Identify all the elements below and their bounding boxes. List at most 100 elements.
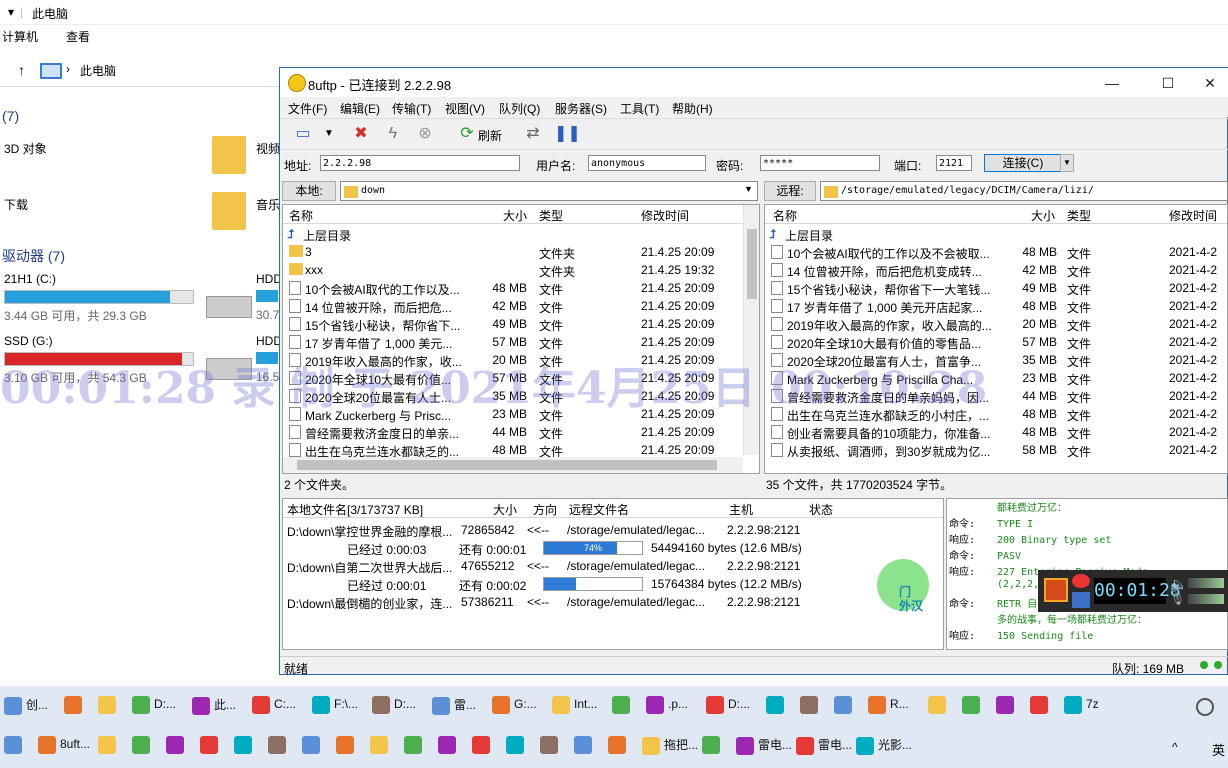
- taskbar-button[interactable]: [612, 696, 634, 726]
- stop-icon[interactable]: ⊗: [414, 123, 436, 145]
- taskbar-button[interactable]: 雷电...: [736, 736, 792, 766]
- taskbar-button[interactable]: [98, 736, 120, 766]
- remote-path-combo[interactable]: /storage/emulated/legacy/DCIM/Camera/liz…: [820, 181, 1228, 201]
- taskbar-button[interactable]: [962, 696, 984, 726]
- tray-arrow-icon[interactable]: ^: [1172, 740, 1178, 754]
- taskbar-button[interactable]: [268, 736, 290, 766]
- local-label-button[interactable]: 本地:: [282, 181, 336, 201]
- taskbar-button[interactable]: [928, 696, 950, 726]
- queue-col-host[interactable]: 主机: [729, 501, 753, 518]
- menu-view[interactable]: 视图(V): [445, 100, 485, 117]
- column-type[interactable]: 类型: [539, 207, 563, 224]
- taskbar-button[interactable]: [336, 736, 358, 766]
- file-row[interactable]: 15个省钱小秘诀，帮你省下一大笔钱... 49 MB 文件 2021-4-2: [765, 279, 1227, 297]
- menu-transfer[interactable]: 传输(T): [392, 100, 431, 117]
- taskbar-button[interactable]: [132, 736, 154, 766]
- taskbar-button[interactable]: D:...: [372, 696, 416, 726]
- file-row[interactable]: 创业者需要具备的10项能力，你准备... 48 MB 文件 2021-4-2: [765, 423, 1227, 441]
- connect-button[interactable]: 连接(C): [984, 154, 1062, 172]
- transfer-queue[interactable]: 本地文件名[3/173737 KB] 大小 方向 远程文件名 主机 状态 D:\…: [282, 498, 944, 650]
- taskbar-button[interactable]: Int...: [552, 696, 597, 726]
- taskbar-button[interactable]: 创...: [4, 696, 48, 726]
- pause-record-icon[interactable]: [1072, 592, 1090, 608]
- taskbar-button[interactable]: [200, 736, 222, 766]
- file-row[interactable]: xxx 文件夹 21.4.25 19:32: [283, 261, 743, 279]
- column-mtime[interactable]: 修改时间: [641, 207, 689, 224]
- alarm-icon[interactable]: [1072, 574, 1090, 588]
- menu-view[interactable]: 查看: [66, 28, 90, 45]
- queue-item[interactable]: D:\down\最倒楣的创业家，连... 57386211 <<-- /storage…: [283, 593, 943, 611]
- file-row[interactable]: 10个会被AI取代的工作以及不会被取... 48 MB 文件 2021-4-2: [765, 243, 1227, 261]
- speaker-icon[interactable]: 🔈: [1170, 576, 1187, 593]
- taskbar-button[interactable]: 光影...: [856, 736, 912, 766]
- refresh-button[interactable]: 刷新: [478, 127, 502, 144]
- address-text[interactable]: 此电脑: [80, 62, 116, 79]
- queue-item[interactable]: D:\down\自第二次世界大战后... 47655212 <<-- /storage…: [283, 557, 943, 575]
- remote-label-button[interactable]: 远程:: [764, 181, 816, 201]
- local-horizontal-scrollbar[interactable]: [283, 457, 743, 473]
- local-vertical-scrollbar[interactable]: [743, 205, 759, 455]
- taskbar-button[interactable]: F:\...: [312, 696, 358, 726]
- combo-arrow-icon[interactable]: ▼: [744, 184, 753, 194]
- username-input[interactable]: anonymous: [588, 155, 706, 171]
- file-row[interactable]: 2020年全球10大最有价值的零售品... 57 MB 文件 2021-4-2: [765, 333, 1227, 351]
- local-path-combo[interactable]: down: [340, 181, 758, 201]
- taskbar-button[interactable]: 雷电...: [796, 736, 852, 766]
- file-row[interactable]: 10个会被AI取代的工作以及... 48 MB 文件 21.4.25 20:09: [283, 279, 743, 297]
- parent-dir-row[interactable]: ⮥ 上层目录: [283, 225, 743, 243]
- minimize-button[interactable]: —: [1092, 72, 1132, 94]
- taskbar-button[interactable]: [800, 696, 822, 726]
- maximize-button[interactable]: ☐: [1148, 72, 1188, 94]
- up-arrow-icon[interactable]: ↑: [18, 62, 25, 78]
- site-manager-icon[interactable]: ▭: [292, 123, 314, 145]
- taskbar-button[interactable]: [302, 736, 324, 766]
- taskbar-button[interactable]: [540, 736, 562, 766]
- menu-tools[interactable]: 工具(T): [620, 100, 659, 117]
- queue-col-state[interactable]: 状态: [809, 501, 833, 518]
- taskbar-button[interactable]: 此...: [192, 696, 236, 726]
- queue-col-remote[interactable]: 远程文件名: [569, 501, 629, 518]
- column-name[interactable]: 名称: [289, 207, 313, 224]
- menu-server[interactable]: 服务器(S): [555, 100, 607, 117]
- microphone-icon[interactable]: 🎙: [1170, 592, 1185, 606]
- file-row[interactable]: 3 文件夹 21.4.25 20:09: [283, 243, 743, 261]
- local-file-list[interactable]: 名称 大小 类型 修改时间 ⮥ 上层目录 3 文件夹 21.4.25 20:09 xx…: [282, 204, 760, 474]
- drive-c[interactable]: 21H1 (C:) 3.44 GB 可用，共 29.3 GB: [4, 272, 194, 324]
- pause-icon[interactable]: ❚❚: [554, 123, 581, 145]
- close-button[interactable]: ✕: [1190, 72, 1228, 94]
- dropdown-arrow-icon[interactable]: ▼: [318, 123, 340, 145]
- file-row[interactable]: 曾经需要救济金度日的单亲... 44 MB 文件 21.4.25 20:09: [283, 423, 743, 441]
- taskbar-button[interactable]: [472, 736, 494, 766]
- folder-music[interactable]: 音乐: [256, 196, 280, 213]
- taskbar-button[interactable]: [98, 696, 120, 726]
- password-input[interactable]: *****: [760, 155, 880, 171]
- taskbar-button[interactable]: [506, 736, 528, 766]
- taskbar-button[interactable]: [608, 736, 630, 766]
- taskbar-button[interactable]: [404, 736, 426, 766]
- queue-col-dir[interactable]: 方向: [533, 501, 557, 518]
- menu-edit[interactable]: 编辑(E): [340, 100, 380, 117]
- folder-3d-objects[interactable]: 3D 对象: [4, 140, 47, 157]
- port-input[interactable]: 2121: [936, 155, 972, 171]
- file-row[interactable]: 17 岁青年借了 1,000 美元... 57 MB 文件 21.4.25 20:09: [283, 333, 743, 351]
- taskbar-button[interactable]: [438, 736, 460, 766]
- taskbar-button[interactable]: [1030, 696, 1052, 726]
- file-row[interactable]: 2019年收入最高的作家，收入最高的... 20 MB 文件 2021-4-2: [765, 315, 1227, 333]
- column-size[interactable]: 大小: [503, 207, 527, 224]
- column-mtime[interactable]: 修改时间: [1169, 207, 1217, 224]
- column-size[interactable]: 大小: [1031, 207, 1055, 224]
- parent-dir-row[interactable]: ⮥ 上层目录: [765, 225, 1227, 243]
- taskbar-button[interactable]: D:...: [132, 696, 176, 726]
- file-row[interactable]: 从卖报纸、调酒师，到30岁就成为亿... 58 MB 文件 2021-4-2: [765, 441, 1227, 459]
- taskbar-button[interactable]: [834, 696, 856, 726]
- taskbar-button[interactable]: [996, 696, 1018, 726]
- disconnect-icon[interactable]: ✖: [350, 123, 372, 145]
- taskbar-button[interactable]: 拖把...: [642, 736, 698, 766]
- taskbar-button[interactable]: R...: [868, 696, 909, 726]
- taskbar-button[interactable]: [574, 736, 596, 766]
- taskbar-button[interactable]: D:...: [706, 696, 750, 726]
- column-name[interactable]: 名称: [773, 207, 797, 224]
- record-stop-icon[interactable]: [1044, 578, 1068, 602]
- sync-icon[interactable]: ⇄: [522, 123, 544, 145]
- quick-connect-icon[interactable]: ϟ: [382, 123, 404, 145]
